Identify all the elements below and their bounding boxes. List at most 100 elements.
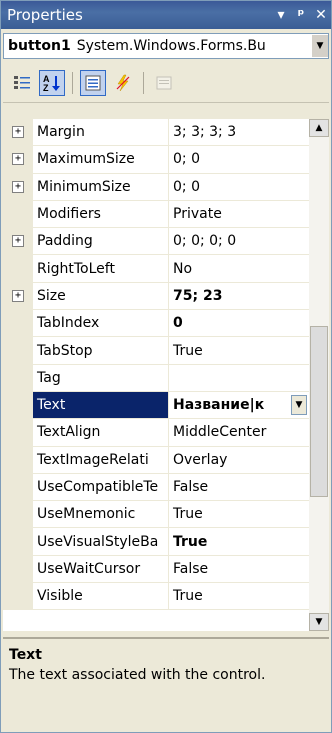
window-position-button[interactable]: ▾	[271, 7, 291, 23]
property-value[interactable]: False	[169, 474, 309, 500]
property-value[interactable]	[169, 365, 309, 391]
row-gutter	[3, 555, 33, 583]
property-row[interactable]: + Padding 0; 0; 0; 0	[3, 228, 309, 256]
row-gutter	[3, 583, 33, 610]
property-row[interactable]: + Margin 3; 3; 3; 3	[3, 119, 309, 147]
property-value[interactable]: 0; 0	[169, 146, 309, 172]
property-name[interactable]: UseVisualStyleBa	[33, 528, 169, 555]
property-row[interactable]: TabIndex 0	[3, 310, 309, 338]
property-value[interactable]: 0; 0	[169, 174, 309, 200]
svg-text:Z: Z	[43, 83, 49, 93]
property-value[interactable]: Название|к ▼	[169, 392, 309, 418]
toolbar-separator	[143, 71, 144, 94]
row-gutter: +	[3, 119, 33, 146]
row-gutter	[3, 200, 33, 228]
properties-toolbar: A Z	[3, 63, 329, 103]
property-name[interactable]: Visible	[33, 583, 169, 610]
property-value[interactable]: True	[169, 583, 309, 609]
property-row[interactable]: Visible True	[3, 583, 309, 611]
property-value[interactable]: Private	[169, 201, 309, 227]
property-name[interactable]: UseCompatibleTe	[33, 473, 169, 501]
property-name[interactable]: Size	[33, 282, 169, 310]
property-pages-icon[interactable]	[151, 70, 177, 96]
row-gutter	[3, 391, 33, 419]
scroll-down-button[interactable]: ▼	[309, 613, 329, 631]
property-name[interactable]: RightToLeft	[33, 255, 169, 282]
row-gutter: +	[3, 282, 33, 310]
property-value[interactable]: Overlay	[169, 447, 309, 473]
property-value[interactable]: No	[169, 255, 309, 281]
scroll-up-button[interactable]: ▲	[309, 119, 329, 137]
vertical-scrollbar[interactable]: ▲ ▼	[309, 119, 329, 631]
row-gutter: +	[3, 146, 33, 173]
property-value[interactable]: True	[169, 528, 309, 554]
row-gutter	[3, 364, 33, 391]
property-value[interactable]: 75; 23	[169, 283, 309, 309]
expand-icon[interactable]: +	[12, 235, 24, 248]
property-value[interactable]: True	[169, 337, 309, 363]
property-name[interactable]: Modifiers	[33, 200, 169, 228]
property-value[interactable]: 0	[169, 310, 309, 336]
expand-icon[interactable]: +	[12, 180, 24, 193]
property-name[interactable]: TabIndex	[33, 310, 169, 337]
property-value[interactable]: True	[169, 501, 309, 527]
row-gutter	[3, 473, 33, 501]
property-row[interactable]: + MinimumSize 0; 0	[3, 173, 309, 201]
properties-icon[interactable]	[80, 69, 106, 96]
expand-icon[interactable]: +	[12, 153, 24, 166]
property-row[interactable]: + Size 75; 23	[3, 282, 309, 311]
object-selector[interactable]: button1 System.Windows.Forms.Bu ▼	[3, 33, 329, 59]
row-gutter	[3, 446, 33, 473]
expand-icon[interactable]: +	[12, 126, 24, 139]
property-row[interactable]: TextImageRelati Overlay	[3, 446, 309, 474]
description-title: Text	[9, 647, 42, 663]
expand-icon[interactable]: +	[12, 289, 24, 302]
scroll-thumb[interactable]	[310, 326, 328, 497]
property-value[interactable]: False	[169, 556, 309, 582]
property-name[interactable]: MaximumSize	[33, 146, 169, 173]
property-name[interactable]: TabStop	[33, 337, 169, 364]
property-row[interactable]: UseVisualStyleBa True	[3, 528, 309, 556]
auto-hide-pin-icon[interactable]: ᵖ	[291, 7, 311, 23]
object-name: button1	[8, 38, 71, 54]
property-row[interactable]: UseWaitCursor False	[3, 555, 309, 584]
alphabetical-icon[interactable]: A Z	[39, 69, 65, 96]
object-type: System.Windows.Forms.Bu	[76, 38, 266, 54]
property-row[interactable]: UseCompatibleTe False	[3, 473, 309, 502]
property-row[interactable]: Modifiers Private	[3, 200, 309, 229]
property-value[interactable]: MiddleCenter	[169, 419, 309, 445]
chevron-down-icon[interactable]: ▼	[311, 35, 328, 57]
property-name[interactable]: Tag	[33, 364, 169, 391]
property-name[interactable]: UseWaitCursor	[33, 555, 169, 583]
property-name[interactable]: Text	[33, 391, 169, 419]
row-gutter: +	[3, 173, 33, 200]
property-value[interactable]: 3; 3; 3; 3	[169, 119, 309, 145]
properties-panel: Properties ▾ ᵖ ✕ button1 System.Windows.…	[0, 0, 332, 733]
property-value[interactable]: 0; 0; 0; 0	[169, 228, 309, 254]
row-gutter: +	[3, 228, 33, 255]
property-grid: + Margin 3; 3; 3; 3 + MaximumSize 0; 0 + Minimu…	[3, 119, 309, 631]
property-row[interactable]: TabStop True	[3, 337, 309, 365]
property-name[interactable]: TextImageRelati	[33, 446, 169, 473]
property-name[interactable]: Margin	[33, 119, 169, 146]
value-dropdown-icon[interactable]: ▼	[291, 395, 307, 416]
property-row[interactable]: RightToLeft No	[3, 255, 309, 283]
property-row[interactable]: + MaximumSize 0; 0	[3, 146, 309, 174]
property-name[interactable]: MinimumSize	[33, 173, 169, 200]
categorized-icon[interactable]	[9, 70, 35, 96]
property-row[interactable]: TextAlign MiddleCenter	[3, 419, 309, 447]
property-name[interactable]: UseMnemonic	[33, 501, 169, 528]
property-row[interactable]: Text Название|к ▼	[3, 391, 309, 420]
property-value-editor[interactable]: Название|к	[173, 397, 291, 413]
description-pane: Text The text associated with the contro…	[3, 637, 329, 730]
property-name[interactable]: Padding	[33, 228, 169, 255]
property-row[interactable]: UseMnemonic True	[3, 501, 309, 529]
row-gutter	[3, 255, 33, 282]
events-icon[interactable]	[110, 70, 136, 96]
row-gutter	[3, 337, 33, 364]
toolbar-separator	[72, 71, 73, 94]
property-row[interactable]: Tag	[3, 364, 309, 392]
close-icon[interactable]: ✕	[311, 7, 331, 23]
property-name[interactable]: TextAlign	[33, 419, 169, 446]
row-gutter	[3, 310, 33, 337]
